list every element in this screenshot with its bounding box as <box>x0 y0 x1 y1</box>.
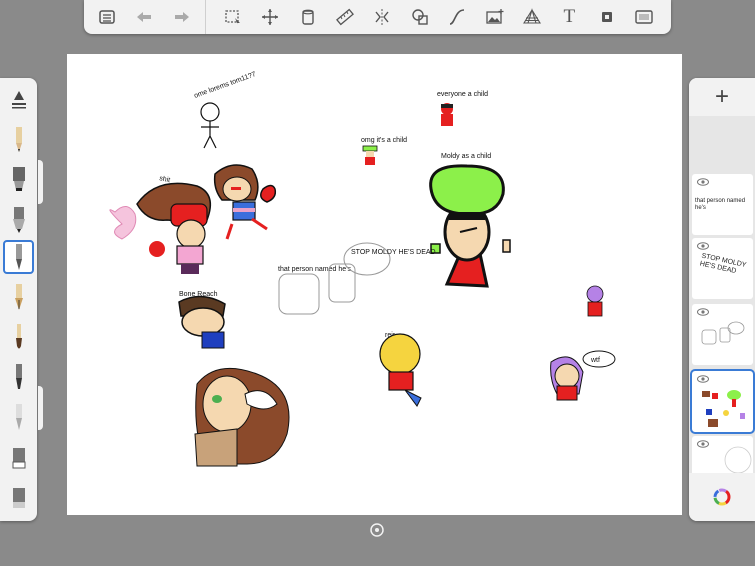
shape-icon[interactable] <box>407 4 433 30</box>
redo-icon[interactable] <box>169 4 195 30</box>
image-icon[interactable] <box>482 4 508 30</box>
everyone-label: everyone a child <box>437 91 488 98</box>
toolbar-tools-group: T <box>206 0 671 34</box>
name-tag-kid-drawing: Bone Reach <box>178 291 226 349</box>
chisel-brush[interactable] <box>3 360 34 394</box>
visibility-eye-icon[interactable] <box>697 178 709 186</box>
brush-palette <box>0 78 37 521</box>
artwork: ome lorems tom11?7 everyone a child omg … <box>109 71 616 467</box>
fountain-pen-brush[interactable] <box>3 280 34 314</box>
that-person-label: that person named he's <box>278 266 351 273</box>
airbrush-brush[interactable] <box>3 202 34 236</box>
symmetry-icon[interactable] <box>369 4 395 30</box>
add-layer-label: + <box>714 83 729 110</box>
small-purple-kid-drawing <box>586 285 604 317</box>
crying-girl-drawing <box>194 367 290 467</box>
drawing-canvas[interactable]: ome lorems tom11?7 everyone a child omg … <box>67 54 682 515</box>
toolbar-left-group <box>84 0 206 34</box>
layer-main-thumb <box>702 390 745 427</box>
pencil-brush[interactable] <box>3 122 34 156</box>
sketch-drawing: that person named he's STOP MOLDY HE'S D… <box>278 242 436 315</box>
visibility-eye-icon[interactable] <box>697 375 709 383</box>
purple-girl-drawing: wtf <box>550 350 616 401</box>
stick-figure-drawing: ome lorems tom11?7 <box>193 71 257 149</box>
top-toolbar: T <box>84 0 671 34</box>
visibility-eye-icon[interactable] <box>697 242 709 250</box>
color-wheel-icon[interactable] <box>689 473 755 521</box>
stick-label: ome lorems tom11?7 <box>193 71 257 100</box>
canvas-rotate-handle-icon[interactable] <box>369 522 385 538</box>
undo-icon[interactable] <box>131 4 157 30</box>
curve-icon[interactable] <box>444 4 470 30</box>
text-tool-glyph: T <box>563 6 576 27</box>
ruler-icon[interactable] <box>332 4 358 30</box>
small-green-child-drawing: omg it's a child <box>361 137 407 165</box>
fill-icon[interactable] <box>295 4 321 30</box>
list-icon[interactable] <box>94 4 120 30</box>
layer-thumb-text: that person named he's <box>695 198 746 211</box>
layers-panel: + that person named he's STOP MOLDY HE'S… <box>689 78 755 521</box>
shit-label: shit <box>159 175 171 184</box>
text-icon[interactable]: T <box>556 4 582 30</box>
select-icon[interactable] <box>220 4 246 30</box>
paint-brush[interactable] <box>3 320 34 354</box>
visibility-eye-icon[interactable] <box>697 440 709 448</box>
moldy-big-drawing: Moldy as a child <box>429 153 511 288</box>
small-label: omg it's a child <box>361 137 407 144</box>
layer-sketch-thumb <box>701 321 745 345</box>
layer-that-person[interactable]: that person named he's <box>692 174 753 235</box>
add-layer-button[interactable]: + <box>689 78 755 116</box>
layer-main-drawing[interactable] <box>690 369 755 434</box>
moldy-label: Moldy as a child <box>441 153 491 160</box>
marker-brush[interactable] <box>3 162 34 196</box>
pink-heart-drawing <box>109 206 137 240</box>
stop-moldy-label: STOP MOLDY HE'S DEAD <box>351 249 436 256</box>
bald-kid-drawing: reir <box>379 332 422 407</box>
wtf-label: wtf <box>590 357 600 364</box>
transform-icon[interactable] <box>257 4 283 30</box>
stamp-icon[interactable] <box>594 4 620 30</box>
smudge-brush[interactable] <box>3 480 34 514</box>
layer-background-thumb <box>724 446 752 474</box>
eraser-brush[interactable] <box>3 440 34 474</box>
layer-sketch[interactable] <box>692 304 753 365</box>
layer-stop-moldy[interactable]: STOP MOLDY HE'S DEAD <box>692 238 753 299</box>
everyone-child-drawing: everyone a child <box>437 91 488 126</box>
layer-thumb-text: STOP MOLDY HE'S DEAD <box>699 252 747 276</box>
brush-palette-handle[interactable] <box>38 160 43 204</box>
brush-palette-handle-lower[interactable] <box>38 386 43 430</box>
fullscreen-icon[interactable] <box>631 4 657 30</box>
striped-kid-drawing <box>213 164 277 240</box>
ink-brush[interactable] <box>3 240 34 274</box>
visibility-eye-icon[interactable] <box>697 308 709 316</box>
brush-settings-icon[interactable] <box>3 84 34 118</box>
soft-brush[interactable] <box>3 400 34 434</box>
pink-girl-drawing: shit <box>136 175 212 274</box>
perspective-icon[interactable] <box>519 4 545 30</box>
